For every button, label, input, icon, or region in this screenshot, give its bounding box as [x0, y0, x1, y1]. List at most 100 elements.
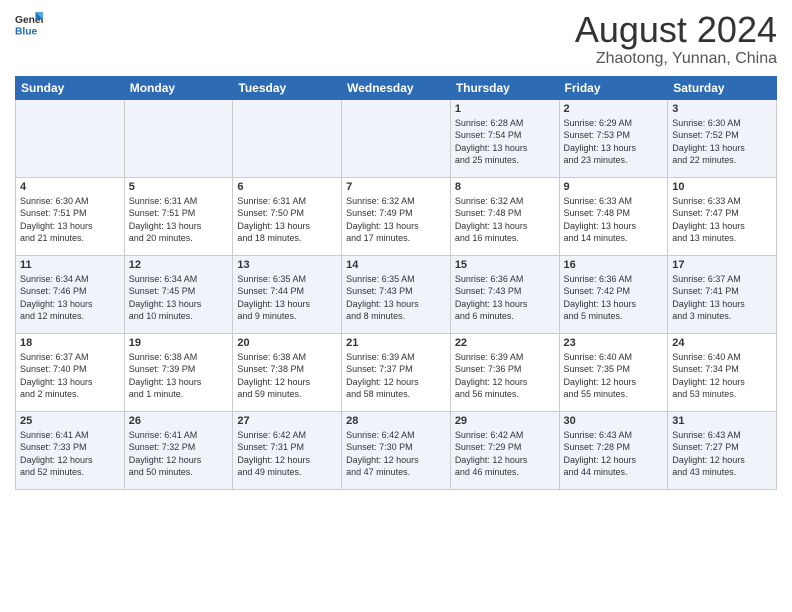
- day-number: 9: [564, 181, 664, 193]
- day-info: Sunrise: 6:40 AM Sunset: 7:35 PM Dayligh…: [564, 351, 664, 401]
- day-number: 17: [672, 259, 772, 271]
- day-number: 21: [346, 337, 446, 349]
- table-cell: 30 Sunrise: 6:43 AM Sunset: 7:28 PM Dayli…: [559, 411, 668, 489]
- day-info: Sunrise: 6:31 AM Sunset: 7:51 PM Dayligh…: [129, 195, 229, 245]
- table-cell: 17 Sunrise: 6:37 AM Sunset: 7:41 PM Dayli…: [668, 255, 777, 333]
- day-number: 25: [20, 415, 120, 427]
- day-info: Sunrise: 6:42 AM Sunset: 7:29 PM Dayligh…: [455, 429, 555, 479]
- day-number: 27: [237, 415, 337, 427]
- week-row-5: 25 Sunrise: 6:41 AM Sunset: 7:33 PM Dayli…: [16, 411, 777, 489]
- week-row-4: 18 Sunrise: 6:37 AM Sunset: 7:40 PM Dayli…: [16, 333, 777, 411]
- table-cell: [233, 99, 342, 177]
- table-cell: 28 Sunrise: 6:42 AM Sunset: 7:30 PM Dayli…: [342, 411, 451, 489]
- table-cell: 1Sunrise: 6:28 AM Sunset: 7:54 PM Daylig…: [450, 99, 559, 177]
- day-info: Sunrise: 6:35 AM Sunset: 7:43 PM Dayligh…: [346, 273, 446, 323]
- day-info: Sunrise: 6:37 AM Sunset: 7:40 PM Dayligh…: [20, 351, 120, 401]
- table-cell: 19Sunrise: 6:38 AM Sunset: 7:39 PM Dayli…: [124, 333, 233, 411]
- main-title: August 2024: [575, 10, 777, 50]
- day-number: 23: [564, 337, 664, 349]
- day-number: 1: [455, 103, 555, 115]
- table-cell: 24 Sunrise: 6:40 AM Sunset: 7:34 PM Dayli…: [668, 333, 777, 411]
- day-info: Sunrise: 6:33 AM Sunset: 7:47 PM Dayligh…: [672, 195, 772, 245]
- week-row-2: 4 Sunrise: 6:30 AM Sunset: 7:51 PM Daylig…: [16, 177, 777, 255]
- day-info: Sunrise: 6:34 AM Sunset: 7:46 PM Dayligh…: [20, 273, 120, 323]
- day-info: Sunrise: 6:34 AM Sunset: 7:45 PM Dayligh…: [129, 273, 229, 323]
- day-info: Sunrise: 6:37 AM Sunset: 7:41 PM Dayligh…: [672, 273, 772, 323]
- table-cell: 12 Sunrise: 6:34 AM Sunset: 7:45 PM Dayli…: [124, 255, 233, 333]
- day-number: 5: [129, 181, 229, 193]
- day-number: 28: [346, 415, 446, 427]
- day-info: Sunrise: 6:43 AM Sunset: 7:27 PM Dayligh…: [672, 429, 772, 479]
- logo: General Blue: [15, 10, 43, 38]
- day-number: 12: [129, 259, 229, 271]
- day-number: 31: [672, 415, 772, 427]
- day-number: 18: [20, 337, 120, 349]
- weekday-header-row: Sunday Monday Tuesday Wednesday Thursday…: [16, 76, 777, 99]
- day-number: 30: [564, 415, 664, 427]
- logo-icon: General Blue: [15, 10, 43, 38]
- day-number: 14: [346, 259, 446, 271]
- table-cell: 13 Sunrise: 6:35 AM Sunset: 7:44 PM Dayli…: [233, 255, 342, 333]
- day-info: Sunrise: 6:41 AM Sunset: 7:32 PM Dayligh…: [129, 429, 229, 479]
- table-cell: 10 Sunrise: 6:33 AM Sunset: 7:47 PM Dayli…: [668, 177, 777, 255]
- day-info: Sunrise: 6:33 AM Sunset: 7:48 PM Dayligh…: [564, 195, 664, 245]
- table-cell: 26Sunrise: 6:41 AM Sunset: 7:32 PM Dayli…: [124, 411, 233, 489]
- header-monday: Monday: [124, 76, 233, 99]
- header-saturday: Saturday: [668, 76, 777, 99]
- day-number: 3: [672, 103, 772, 115]
- day-info: Sunrise: 6:35 AM Sunset: 7:44 PM Dayligh…: [237, 273, 337, 323]
- day-number: 6: [237, 181, 337, 193]
- day-info: Sunrise: 6:32 AM Sunset: 7:48 PM Dayligh…: [455, 195, 555, 245]
- table-cell: 6Sunrise: 6:31 AM Sunset: 7:50 PM Daylig…: [233, 177, 342, 255]
- table-cell: [342, 99, 451, 177]
- header-wednesday: Wednesday: [342, 76, 451, 99]
- day-info: Sunrise: 6:29 AM Sunset: 7:53 PM Dayligh…: [564, 117, 664, 167]
- header-thursday: Thursday: [450, 76, 559, 99]
- day-number: 24: [672, 337, 772, 349]
- day-info: Sunrise: 6:30 AM Sunset: 7:52 PM Dayligh…: [672, 117, 772, 167]
- table-cell: 21 Sunrise: 6:39 AM Sunset: 7:37 PM Dayli…: [342, 333, 451, 411]
- day-number: 20: [237, 337, 337, 349]
- table-cell: 4 Sunrise: 6:30 AM Sunset: 7:51 PM Daylig…: [16, 177, 125, 255]
- table-cell: 18 Sunrise: 6:37 AM Sunset: 7:40 PM Dayli…: [16, 333, 125, 411]
- header-friday: Friday: [559, 76, 668, 99]
- day-info: Sunrise: 6:42 AM Sunset: 7:30 PM Dayligh…: [346, 429, 446, 479]
- day-info: Sunrise: 6:43 AM Sunset: 7:28 PM Dayligh…: [564, 429, 664, 479]
- table-cell: 8 Sunrise: 6:32 AM Sunset: 7:48 PM Daylig…: [450, 177, 559, 255]
- day-info: Sunrise: 6:40 AM Sunset: 7:34 PM Dayligh…: [672, 351, 772, 401]
- day-info: Sunrise: 6:32 AM Sunset: 7:49 PM Dayligh…: [346, 195, 446, 245]
- table-cell: 9 Sunrise: 6:33 AM Sunset: 7:48 PM Daylig…: [559, 177, 668, 255]
- header-tuesday: Tuesday: [233, 76, 342, 99]
- day-info: Sunrise: 6:39 AM Sunset: 7:37 PM Dayligh…: [346, 351, 446, 401]
- table-cell: 16 Sunrise: 6:36 AM Sunset: 7:42 PM Dayli…: [559, 255, 668, 333]
- day-number: 29: [455, 415, 555, 427]
- table-cell: 29 Sunrise: 6:42 AM Sunset: 7:29 PM Dayli…: [450, 411, 559, 489]
- table-cell: [16, 99, 125, 177]
- day-number: 10: [672, 181, 772, 193]
- header-sunday: Sunday: [16, 76, 125, 99]
- day-info: Sunrise: 6:41 AM Sunset: 7:33 PM Dayligh…: [20, 429, 120, 479]
- day-info: Sunrise: 6:36 AM Sunset: 7:43 PM Dayligh…: [455, 273, 555, 323]
- table-cell: 20 Sunrise: 6:38 AM Sunset: 7:38 PM Dayli…: [233, 333, 342, 411]
- table-cell: 25 Sunrise: 6:41 AM Sunset: 7:33 PM Dayli…: [16, 411, 125, 489]
- title-block: August 2024 Zhaotong, Yunnan, China: [575, 10, 777, 68]
- day-number: 11: [20, 259, 120, 271]
- table-cell: 14 Sunrise: 6:35 AM Sunset: 7:43 PM Dayli…: [342, 255, 451, 333]
- header: General Blue August 2024 Zhaotong, Yunna…: [15, 10, 777, 68]
- day-info: Sunrise: 6:30 AM Sunset: 7:51 PM Dayligh…: [20, 195, 120, 245]
- table-cell: 5 Sunrise: 6:31 AM Sunset: 7:51 PM Daylig…: [124, 177, 233, 255]
- table-cell: 11 Sunrise: 6:34 AM Sunset: 7:46 PM Dayli…: [16, 255, 125, 333]
- day-info: Sunrise: 6:39 AM Sunset: 7:36 PM Dayligh…: [455, 351, 555, 401]
- day-number: 8: [455, 181, 555, 193]
- day-number: 15: [455, 259, 555, 271]
- day-number: 16: [564, 259, 664, 271]
- day-number: 19: [129, 337, 229, 349]
- page: General Blue August 2024 Zhaotong, Yunna…: [0, 0, 792, 612]
- day-info: Sunrise: 6:36 AM Sunset: 7:42 PM Dayligh…: [564, 273, 664, 323]
- svg-text:Blue: Blue: [15, 26, 38, 37]
- day-number: 4: [20, 181, 120, 193]
- day-info: Sunrise: 6:38 AM Sunset: 7:38 PM Dayligh…: [237, 351, 337, 401]
- table-cell: [124, 99, 233, 177]
- day-number: 13: [237, 259, 337, 271]
- table-cell: 22Sunrise: 6:39 AM Sunset: 7:36 PM Dayli…: [450, 333, 559, 411]
